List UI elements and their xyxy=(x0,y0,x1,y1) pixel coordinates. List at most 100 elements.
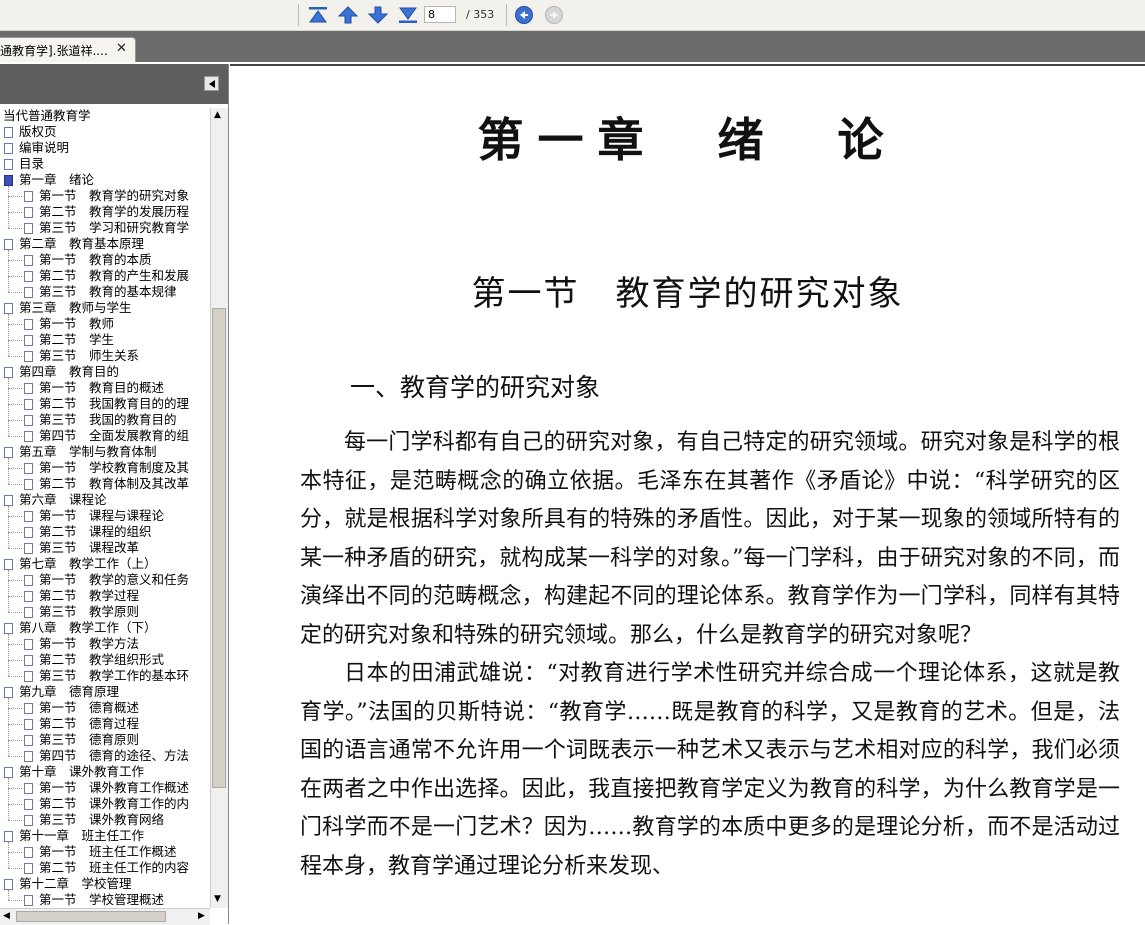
bookmark-item[interactable]: 第十章 课外教育工作 xyxy=(4,764,144,780)
bookmark-item[interactable]: 第三节 教育的基本规律 xyxy=(24,284,177,300)
document-page: 第一章 绪 论 第一节 教育学的研究对象 一、教育学的研究对象 每一门学科都有自… xyxy=(230,64,1145,924)
tree-connector xyxy=(8,778,9,820)
bookmark-item[interactable]: 第三节 师生关系 xyxy=(24,348,139,364)
subsection-title: 一、教育学的研究对象 xyxy=(350,373,601,402)
bookmark-item[interactable]: 第一节 教师 xyxy=(24,316,114,332)
bookmark-item[interactable]: 编审说明 xyxy=(4,140,69,156)
last-page-button[interactable] xyxy=(398,5,418,25)
page-icon xyxy=(24,511,33,522)
bookmark-item[interactable]: 第一节 教育目的概述 xyxy=(24,380,164,396)
bookmark-item[interactable]: 第一节 学校教育制度及其 xyxy=(24,460,189,476)
bookmark-item[interactable]: 第三节 德育原则 xyxy=(24,732,139,748)
bookmark-label: 第十一章 班主任工作 xyxy=(19,828,145,843)
bookmark-item[interactable]: 第二章 教育基本原理 xyxy=(4,236,144,252)
bookmark-item[interactable]: 第二节 学生 xyxy=(24,332,114,348)
tree-connector xyxy=(8,292,22,293)
bookmark-label: 第三节 课外教育网络 xyxy=(39,812,165,827)
bookmark-item[interactable]: 第四章 教育目的 xyxy=(4,364,119,380)
bookmark-item[interactable]: 第一节 教育的本质 xyxy=(24,252,152,268)
bookmark-item[interactable]: 第一节 班主任工作概述 xyxy=(24,844,177,860)
triangle-left-icon xyxy=(208,79,215,88)
page-icon xyxy=(4,303,13,314)
toolbar-separator xyxy=(506,4,507,26)
bookmark-item[interactable]: 当代普通教育学 xyxy=(3,108,91,124)
page-icon xyxy=(24,895,33,906)
bookmark-item[interactable]: 第五章 学制与教育体制 xyxy=(4,444,157,460)
bookmark-item[interactable]: 第二节 教学组织形式 xyxy=(24,652,164,668)
scroll-down-icon[interactable]: ▼ xyxy=(214,894,221,904)
back-button[interactable] xyxy=(515,6,533,24)
bookmark-label: 第三章 教师与学生 xyxy=(19,300,132,315)
bookmark-item[interactable]: 第一节 教学的意义和任务 xyxy=(24,572,189,588)
tree-connector xyxy=(8,186,9,228)
bookmark-item[interactable]: 第一节 德育概述 xyxy=(24,700,139,716)
bookmark-item[interactable]: 第十一章 班主任工作 xyxy=(4,828,144,844)
bookmark-item[interactable]: 第三节 教学原则 xyxy=(24,604,139,620)
bookmark-item[interactable]: 第三节 学习和研究教育学 xyxy=(24,220,189,236)
bookmark-item[interactable]: 第二节 教学过程 xyxy=(24,588,139,604)
scroll-up-icon[interactable]: ▲ xyxy=(214,110,221,120)
bookmark-label: 第四节 德育的途径、方法 xyxy=(39,748,190,763)
bookmark-item[interactable]: 第一节 课程与课程论 xyxy=(24,508,164,524)
bookmark-label: 第二节 学生 xyxy=(39,332,115,347)
bookmark-item[interactable]: 第一节 教学方法 xyxy=(24,636,139,652)
bookmark-item[interactable]: 第三节 课外教育网络 xyxy=(24,812,164,828)
bookmark-item[interactable]: 第三节 我国的教育目的 xyxy=(24,412,177,428)
bookmark-item[interactable]: 第三节 教学工作的基本环 xyxy=(24,668,189,684)
horizontal-scrollbar[interactable]: ◀ ▶ xyxy=(0,908,210,925)
bookmark-item[interactable]: 第三章 教师与学生 xyxy=(4,300,132,316)
bookmark-item[interactable]: 第六章 课程论 xyxy=(4,492,107,508)
page-number-input[interactable] xyxy=(424,6,456,23)
bookmark-item[interactable]: 第二节 教育体制及其改革 xyxy=(24,476,189,492)
scroll-left-icon[interactable]: ◀ xyxy=(3,911,10,921)
tree-connector xyxy=(8,516,22,517)
bookmark-item[interactable]: 第四节 德育的途径、方法 xyxy=(24,748,189,764)
document-tab[interactable]: 通教育学].张道祥.... ✕ xyxy=(0,37,136,62)
bookmark-item[interactable]: 第七章 教学工作（上） xyxy=(4,556,157,572)
bookmark-item[interactable]: 目录 xyxy=(4,156,44,172)
bookmark-item[interactable]: 第二节 德育过程 xyxy=(24,716,139,732)
bookmark-item[interactable]: 第四节 全面发展教育的组 xyxy=(24,428,189,444)
page-icon xyxy=(24,799,33,810)
bookmark-label: 第二节 班主任工作的内容 xyxy=(39,860,190,875)
scrollbar-thumb[interactable] xyxy=(212,308,226,788)
bookmark-item[interactable]: 第二节 班主任工作的内容 xyxy=(24,860,189,876)
close-tab-icon[interactable]: ✕ xyxy=(116,41,127,56)
bookmark-item[interactable]: 第二节 课程的组织 xyxy=(24,524,152,540)
page-icon xyxy=(24,655,33,666)
bookmark-label: 第三节 我国的教育目的 xyxy=(39,412,177,427)
vertical-scrollbar[interactable]: ▲ ▼ xyxy=(210,108,228,908)
tree-connector xyxy=(8,378,9,436)
scroll-right-icon[interactable]: ▶ xyxy=(198,911,205,921)
page-icon xyxy=(4,559,13,570)
bookmark-label: 第一节 课程与课程论 xyxy=(39,508,165,523)
bookmark-item[interactable]: 第八章 教学工作（下） xyxy=(4,620,157,636)
page-icon xyxy=(24,639,33,650)
bookmark-label: 第一节 德育概述 xyxy=(39,700,140,715)
bookmark-item[interactable]: 第九章 德育原理 xyxy=(4,684,119,700)
toolbar-separator xyxy=(298,4,299,26)
forward-button[interactable] xyxy=(545,6,563,24)
bookmark-item[interactable]: 第一节 教育学的研究对象 xyxy=(24,188,189,204)
scrollbar-thumb[interactable] xyxy=(16,911,166,922)
previous-page-button[interactable] xyxy=(338,5,358,25)
page-icon xyxy=(4,239,13,250)
bookmark-item[interactable]: 第二节 教育学的发展历程 xyxy=(24,204,189,220)
bookmark-label: 第一节 教师 xyxy=(39,316,115,331)
page-icon xyxy=(4,175,13,186)
bookmark-item[interactable]: 版权页 xyxy=(4,124,57,140)
bookmark-item[interactable]: 第二节 课外教育工作的内 xyxy=(24,796,189,812)
collapse-sidebar-button[interactable] xyxy=(204,76,219,91)
bookmark-item[interactable]: 第十二章 学校管理 xyxy=(4,876,132,892)
bookmark-item[interactable]: 第一节 课外教育工作概述 xyxy=(24,780,189,796)
bookmark-item[interactable]: 第二节 教育的产生和发展 xyxy=(24,268,189,284)
first-page-button[interactable] xyxy=(308,5,328,25)
bookmark-item[interactable]: 第三节 课程改革 xyxy=(24,540,139,556)
bookmark-item[interactable]: 第一节 学校管理概述 xyxy=(24,892,164,908)
bookmark-label: 第三节 德育原则 xyxy=(39,732,140,747)
bookmark-item[interactable]: 第二节 我国教育目的的理 xyxy=(24,396,189,412)
next-page-button[interactable] xyxy=(368,5,388,25)
page-icon xyxy=(4,831,13,842)
bookmark-label: 第二章 教育基本原理 xyxy=(19,236,145,251)
bookmark-item[interactable]: 第一章 绪论 xyxy=(4,172,94,188)
